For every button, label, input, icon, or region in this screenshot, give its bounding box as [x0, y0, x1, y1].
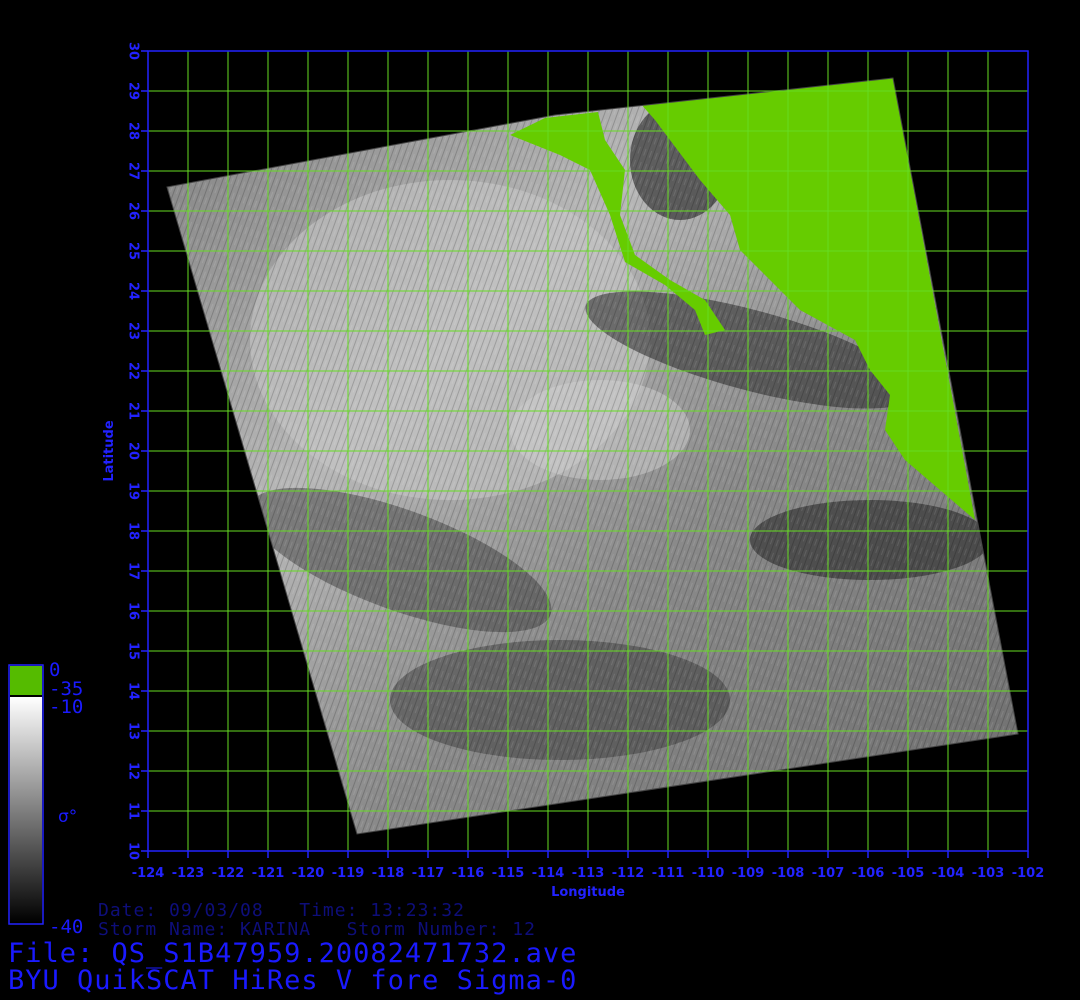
x-tick-label: -102 — [1012, 866, 1045, 881]
y-tick-label: 25 — [126, 242, 141, 260]
x-tick-label: -123 — [172, 866, 205, 881]
y-tick-label: 22 — [126, 362, 141, 380]
x-tick-label: -122 — [212, 866, 245, 881]
x-tick-label: -109 — [732, 866, 765, 881]
x-tick-label: -117 — [412, 866, 445, 881]
x-tick-label: -118 — [372, 866, 405, 881]
x-axis: -124 -123 -122 -121 -120 -119 -118 -117 -116 -115… — [132, 851, 1045, 881]
y-tick-label: 26 — [126, 202, 141, 220]
x-tick-label: -105 — [892, 866, 925, 881]
colorbar-symbol: σ° — [58, 807, 77, 827]
x-tick-label: -107 — [812, 866, 845, 881]
y-tick-label: 29 — [126, 82, 141, 100]
x-tick-label: -116 — [452, 866, 485, 881]
x-tick-label: -120 — [292, 866, 325, 881]
y-tick-label: 12 — [126, 762, 141, 780]
map-figure: -124 -123 -122 -121 -120 -119 -118 -117 -116 -115… — [8, 42, 1045, 938]
x-tick-label: -124 — [132, 866, 165, 881]
date-time-line: Date: 09/03/08 Time: 13:23:32 — [98, 900, 465, 921]
y-tick-label: 16 — [126, 602, 141, 620]
storm-line: Storm Name: KARINA Storm Number: 12 — [98, 919, 536, 940]
y-tick-label: 13 — [126, 722, 141, 740]
x-tick-label: -115 — [492, 866, 525, 881]
x-tick-label: -110 — [692, 866, 725, 881]
y-tick-label: 10 — [126, 842, 141, 860]
colorbar-label-minus40: -40 — [49, 916, 83, 938]
y-tick-label: 30 — [126, 42, 141, 60]
x-tick-label: -112 — [612, 866, 645, 881]
y-tick-label: 11 — [126, 802, 141, 820]
y-tick-label: 27 — [126, 162, 141, 180]
scatterometer-swath — [167, 78, 1018, 834]
x-tick-label: -108 — [772, 866, 805, 881]
y-tick-label: 19 — [126, 482, 141, 500]
y-axis: 10 11 12 13 14 15 16 17 18 19 20 21 22 23 24 25 26 27 28 29… — [126, 42, 148, 860]
y-tick-label: 23 — [126, 322, 141, 340]
colorbar-label-minus10: -10 — [49, 696, 83, 718]
map-grid — [147, 50, 1029, 852]
product-title-line: BYU QuikSCAT HiRes V fore Sigma-0 — [8, 965, 578, 996]
y-tick-label: 18 — [126, 522, 141, 540]
y-tick-label: 14 — [126, 682, 141, 700]
x-tick-label: -111 — [652, 866, 685, 881]
x-tick-label: -114 — [532, 866, 565, 881]
y-tick-label: 15 — [126, 642, 141, 660]
colorbar: 0 -35 -10 -40 σ° — [8, 659, 83, 938]
y-tick-label: 21 — [126, 402, 141, 420]
y-tick-label: 17 — [126, 562, 141, 580]
colorbar-land-swatch — [10, 666, 42, 695]
y-axis-label: Latitude — [102, 420, 117, 482]
x-axis-label: Longitude — [551, 885, 625, 900]
x-tick-label: -104 — [932, 866, 965, 881]
y-tick-label: 20 — [126, 442, 141, 460]
y-tick-label: 28 — [126, 122, 141, 140]
x-tick-label: -119 — [332, 866, 365, 881]
colorbar-gradient — [10, 697, 42, 923]
y-tick-label: 24 — [126, 282, 141, 300]
x-tick-label: -121 — [252, 866, 285, 881]
x-tick-label: -103 — [972, 866, 1005, 881]
x-tick-label: -106 — [852, 866, 885, 881]
x-tick-label: -113 — [572, 866, 605, 881]
